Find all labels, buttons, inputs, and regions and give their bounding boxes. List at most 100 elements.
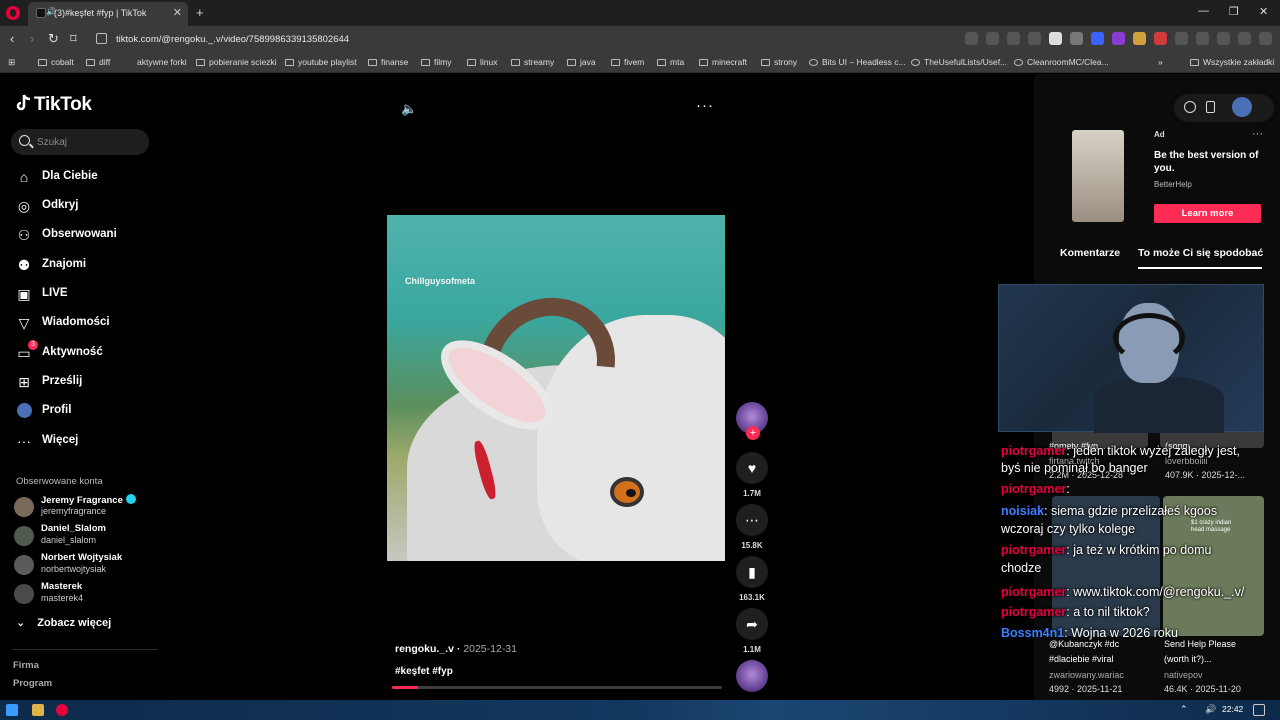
- bookmark-icon[interactable]: ⌑: [70, 31, 77, 47]
- bookmark-folder[interactable]: fivem: [611, 57, 644, 67]
- bookmark-item[interactable]: diff: [86, 57, 110, 67]
- bookmark-item[interactable]: TheUsefulLists/Usef...: [911, 57, 1007, 67]
- bookmark-item[interactable]: pobieranie sciezki: [196, 57, 277, 67]
- creator-avatar-button[interactable]: +: [734, 402, 770, 440]
- nav-aktywnosc[interactable]: ▭ 3 Aktywność: [0, 339, 160, 367]
- share-button[interactable]: ➦ 1.1M: [734, 608, 770, 654]
- rec-author[interactable]: nativepov: [1164, 669, 1203, 681]
- nav-znajomi[interactable]: ⚉ Znajomi: [0, 251, 160, 279]
- nav-przeslij[interactable]: ⊞ Prześlij: [0, 368, 160, 396]
- nav-odkryj[interactable]: ◎ Odkryj: [0, 192, 160, 220]
- reload-icon[interactable]: ↻: [48, 31, 59, 47]
- menu-icon[interactable]: [1259, 32, 1272, 45]
- extension-icon[interactable]: [1091, 32, 1104, 45]
- new-tab-button[interactable]: +: [196, 5, 204, 20]
- extension-icon[interactable]: [1133, 32, 1146, 45]
- followed-account[interactable]: Masterek masterek4: [14, 581, 160, 609]
- forward-icon[interactable]: ›: [30, 31, 34, 46]
- see-more-button[interactable]: ⌄ Zobacz więcej: [16, 616, 111, 629]
- search-icon[interactable]: [19, 135, 30, 146]
- volume-icon[interactable]: 🔈: [401, 101, 417, 117]
- compass-icon[interactable]: [1184, 101, 1196, 113]
- bookmark-folder[interactable]: filmy: [421, 57, 451, 67]
- browser-logo-icon[interactable]: [6, 6, 20, 20]
- bookmark-item[interactable]: aktywne forki: [124, 57, 187, 67]
- music-disc-button[interactable]: [734, 660, 770, 692]
- bookmark-folder[interactable]: finanse: [368, 57, 408, 67]
- file-explorer-icon[interactable]: [32, 704, 44, 716]
- tab-recommended[interactable]: To może Ci się spodobać: [1138, 247, 1263, 259]
- bookmark-folder[interactable]: minecraft: [699, 57, 747, 67]
- close-window-button[interactable]: ✕: [1259, 5, 1268, 18]
- tab-close-icon[interactable]: ✕: [173, 6, 182, 19]
- bookmark-folder[interactable]: linux: [467, 57, 497, 67]
- nav-live[interactable]: ▣ LIVE: [0, 280, 160, 308]
- bookmark-item[interactable]: CleanroomMC/Clea...: [1014, 57, 1109, 67]
- learn-more-button[interactable]: Learn more: [1154, 204, 1261, 223]
- notifications-icon[interactable]: [1253, 704, 1265, 716]
- rec-author[interactable]: zwariowany.wariac: [1049, 669, 1124, 681]
- nav-obserwowani[interactable]: ⚇ Obserwowani: [0, 221, 160, 249]
- bookmark-folder[interactable]: streamy: [511, 57, 554, 67]
- bookmark-item[interactable]: Bits UI – Headless c...: [809, 57, 906, 67]
- clock[interactable]: 22:42: [1222, 704, 1243, 714]
- video-hashtags[interactable]: #keşfet #fyp: [395, 666, 453, 677]
- more-options-icon[interactable]: ···: [696, 97, 714, 114]
- video-progress-bar[interactable]: [392, 686, 722, 689]
- footer-link[interactable]: Program: [13, 678, 52, 689]
- site-info-icon[interactable]: [96, 33, 107, 44]
- music-icon[interactable]: [1238, 32, 1251, 45]
- extension-icon[interactable]: [1112, 32, 1125, 45]
- bookmarks-overflow-icon[interactable]: »: [1158, 57, 1163, 67]
- browser-icon[interactable]: [56, 704, 68, 716]
- device-icon[interactable]: [1206, 101, 1215, 113]
- back-icon[interactable]: ‹: [10, 31, 14, 46]
- rec-title-line2[interactable]: (worth it?)...: [1164, 653, 1212, 665]
- extension-icon[interactable]: [1175, 32, 1188, 45]
- follow-plus-icon[interactable]: +: [746, 426, 760, 440]
- tray-icons[interactable]: ⌃: [1180, 704, 1192, 716]
- extension-icon[interactable]: [1154, 32, 1167, 45]
- all-bookmarks[interactable]: Wszystkie zakładki: [1190, 57, 1274, 67]
- like-button[interactable]: ♥ 1.7M: [734, 452, 770, 498]
- bookmark-folder[interactable]: mta: [657, 57, 684, 67]
- search-input[interactable]: [37, 129, 145, 155]
- volume-tray-icon[interactable]: 🔊: [1205, 704, 1217, 716]
- followed-account[interactable]: Daniel_Slalom daniel_slalom: [14, 523, 160, 551]
- footer-link[interactable]: Firma: [13, 660, 39, 671]
- minimize-button[interactable]: —: [1198, 5, 1209, 17]
- author-name[interactable]: rengoku._.v: [395, 643, 454, 655]
- comment-button[interactable]: ⋯ 15.8K: [734, 504, 770, 550]
- extension-icon[interactable]: [1028, 32, 1041, 45]
- ad-more-icon[interactable]: ···: [1252, 128, 1263, 140]
- video-author[interactable]: rengoku._.v · 2025-12-31: [395, 643, 517, 655]
- nav-wiadomosci[interactable]: ▽ Wiadomości: [0, 309, 160, 337]
- ad-thumbnail[interactable]: [1072, 130, 1124, 222]
- bookmark-item[interactable]: cobalt: [38, 57, 74, 67]
- tab-komentarze[interactable]: Komentarze: [1060, 247, 1120, 259]
- save-button[interactable]: ▮ 163.1K: [734, 556, 770, 602]
- extension-icon[interactable]: [986, 32, 999, 45]
- pause-icon[interactable]: [1070, 32, 1083, 45]
- browser-tab[interactable]: 🔊 (3)#keşfet #fyp | TikTok ✕: [28, 2, 188, 26]
- avatar[interactable]: [1232, 97, 1252, 117]
- video-player[interactable]: Chillguysofmeta: [387, 215, 725, 561]
- bookmark-folder[interactable]: java: [567, 57, 596, 67]
- puzzle-icon[interactable]: [1196, 32, 1209, 45]
- followed-account[interactable]: Norbert Wojtysiak norbertwojtysiak: [14, 552, 160, 580]
- followed-account[interactable]: Jeremy Fragrance jeremyfragrance: [14, 494, 160, 522]
- extension-icon[interactable]: [1007, 32, 1020, 45]
- apps-icon[interactable]: ⊞: [8, 57, 15, 68]
- nav-dla-ciebie[interactable]: ⌂ Dla Ciebie: [0, 163, 160, 191]
- url-field[interactable]: tiktok.com/@rengoku._.v/video/7589986339…: [116, 34, 349, 45]
- bookmark-folder[interactable]: strony: [761, 57, 797, 67]
- restore-button[interactable]: ❐: [1229, 5, 1239, 18]
- nav-wiecej[interactable]: ··· Więcej: [0, 427, 160, 455]
- bookmark-item[interactable]: youtube playlist: [285, 57, 357, 67]
- nav-profil[interactable]: Profil: [0, 397, 160, 425]
- shield-icon[interactable]: [1049, 32, 1062, 45]
- extension-icon[interactable]: [965, 32, 978, 45]
- tiktok-logo[interactable]: TikTok: [16, 94, 92, 116]
- sidebar-icon[interactable]: [1217, 32, 1230, 45]
- start-icon[interactable]: [6, 704, 18, 716]
